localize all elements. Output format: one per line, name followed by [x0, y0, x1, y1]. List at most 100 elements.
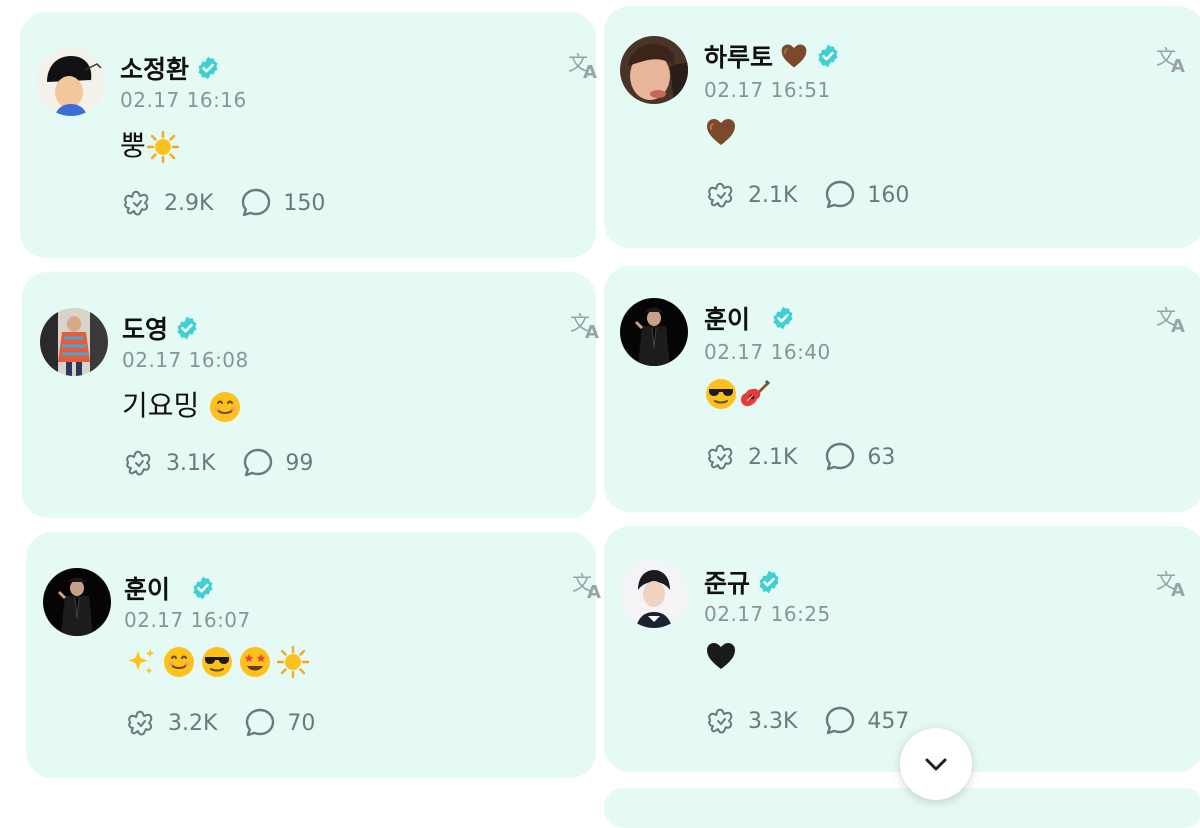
post-time: 02.17 16:07	[124, 608, 251, 632]
verified-badge-icon	[756, 569, 782, 595]
like-count: 3.2K	[168, 710, 218, 736]
sunglasses-emoji	[200, 645, 234, 679]
heart-hand-icon	[120, 186, 154, 220]
heart-hand-icon	[124, 706, 158, 740]
heart-hand-icon	[122, 446, 156, 480]
post-card[interactable]: 소정환 02.17 16:16 뿡 2.9K 150	[20, 12, 596, 258]
star-struck-emoji	[238, 645, 272, 679]
post-stats: 3.2K 70	[124, 706, 341, 740]
author-row: 훈이	[124, 570, 216, 606]
translate-icon[interactable]	[572, 568, 606, 602]
translate-icon[interactable]	[568, 48, 602, 82]
scroll-down-button[interactable]	[900, 728, 972, 800]
comment-stat[interactable]: 70	[243, 706, 315, 740]
post-stats: 2.9K 150	[120, 186, 351, 220]
chevron-down-icon	[925, 758, 947, 771]
smile-emoji	[162, 645, 196, 679]
post-card[interactable]: 준규 02.17 16:25 3.3K 457	[604, 526, 1200, 772]
author-name[interactable]: 준규	[704, 564, 750, 600]
guitar-emoji	[738, 377, 772, 411]
author-name[interactable]: 훈이	[704, 300, 750, 336]
heart-hand-icon	[704, 440, 738, 474]
post-time: 02.17 16:16	[120, 88, 247, 112]
comment-count: 70	[287, 710, 316, 736]
author-name[interactable]: 도영	[122, 310, 168, 346]
sparkles-emoji	[124, 645, 158, 679]
like-count: 3.3K	[748, 708, 798, 734]
author-row: 훈이	[704, 300, 796, 336]
like-stat[interactable]: 2.1K	[704, 178, 797, 212]
post-body	[704, 114, 738, 149]
like-stat[interactable]: 3.1K	[122, 446, 215, 480]
heart-hand-icon	[704, 704, 738, 738]
post-stats: 3.3K 457	[704, 704, 935, 738]
avatar[interactable]	[43, 568, 111, 636]
post-card[interactable]: 도영 02.17 16:08 기요밍 3.1K 99	[22, 272, 596, 518]
like-stat[interactable]: 2.1K	[704, 440, 797, 474]
post-time: 02.17 16:25	[704, 602, 831, 626]
comment-count: 99	[285, 450, 314, 476]
comment-stat[interactable]: 160	[823, 178, 909, 212]
comment-stat[interactable]: 457	[823, 704, 909, 738]
black-heart-emoji	[704, 639, 738, 673]
like-stat[interactable]: 3.2K	[124, 706, 217, 740]
comment-count: 457	[867, 708, 910, 734]
verified-badge-icon	[770, 305, 796, 331]
comment-count: 150	[283, 190, 326, 216]
author-row: 준규	[704, 564, 782, 600]
brown-heart-emoji	[779, 41, 809, 71]
author-name[interactable]: 하루토	[704, 38, 773, 74]
post-body	[704, 638, 738, 673]
like-count: 2.1K	[748, 444, 798, 470]
post-stats: 2.1K 63	[704, 440, 921, 474]
post-card[interactable]: 훈이 02.17 16:40 2.1K 63	[604, 266, 1200, 512]
comment-stat[interactable]: 63	[823, 440, 895, 474]
avatar[interactable]	[620, 36, 688, 104]
brown-heart-emoji	[704, 115, 738, 149]
post-stats: 2.1K 160	[704, 178, 935, 212]
verified-badge-icon	[190, 575, 216, 601]
author-row: 하루토	[704, 38, 841, 74]
like-stat[interactable]: 3.3K	[704, 704, 797, 738]
comment-stat[interactable]: 150	[239, 186, 325, 220]
author-row: 소정환	[120, 50, 221, 86]
avatar[interactable]	[620, 298, 688, 366]
post-text: 뿡	[120, 129, 146, 162]
post-text: 기요밍	[122, 389, 209, 422]
post-time: 02.17 16:08	[122, 348, 249, 372]
comment-count: 160	[867, 182, 910, 208]
comment-bubble-icon	[243, 706, 277, 740]
comment-bubble-icon	[239, 186, 273, 220]
comment-bubble-icon	[241, 446, 275, 480]
comment-count: 63	[867, 444, 896, 470]
comment-stat[interactable]: 99	[241, 446, 313, 480]
like-count: 3.1K	[166, 450, 216, 476]
sun-emoji	[276, 645, 310, 679]
like-count: 2.1K	[748, 182, 798, 208]
avatar[interactable]	[620, 560, 688, 628]
like-stat[interactable]: 2.9K	[120, 186, 213, 220]
avatar[interactable]	[37, 48, 105, 116]
smile-emoji	[208, 390, 242, 424]
author-name[interactable]: 소정환	[120, 50, 189, 86]
verified-badge-icon	[815, 43, 841, 69]
post-body: 뿡	[120, 124, 180, 164]
translate-icon[interactable]	[1156, 302, 1190, 336]
verified-badge-icon	[195, 55, 221, 81]
post-body	[704, 376, 772, 411]
heart-hand-icon	[704, 178, 738, 212]
author-name[interactable]: 훈이	[124, 570, 170, 606]
translate-icon[interactable]	[1156, 42, 1190, 76]
post-card[interactable]: 훈이 02.17 16:07 3.2K 70	[26, 532, 596, 778]
post-body	[124, 644, 310, 679]
post-body: 기요밍	[122, 384, 242, 424]
comment-bubble-icon	[823, 440, 857, 474]
post-time: 02.17 16:40	[704, 340, 831, 364]
avatar[interactable]	[40, 308, 108, 376]
comment-bubble-icon	[823, 704, 857, 738]
translate-icon[interactable]	[570, 308, 604, 342]
post-card[interactable]: 하루토 02.17 16:51 2.1K 160	[604, 6, 1200, 248]
translate-icon[interactable]	[1156, 566, 1190, 600]
post-stats: 3.1K 99	[122, 446, 339, 480]
verified-badge-icon	[174, 315, 200, 341]
